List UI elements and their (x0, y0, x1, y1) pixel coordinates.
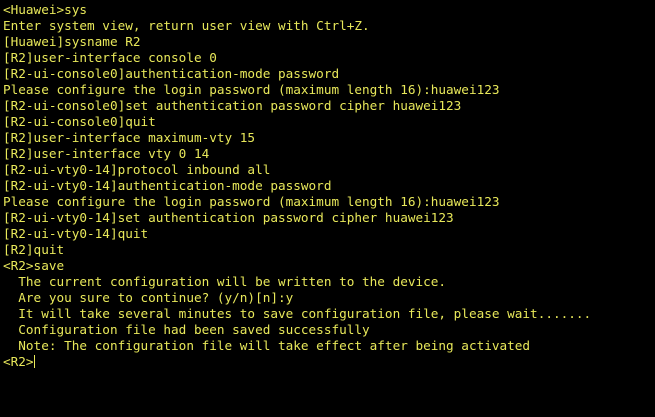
text-cursor (33, 355, 35, 368)
terminal-line: [R2]quit (3, 242, 65, 257)
terminal-window[interactable]: <Huawei>sys Enter system view, return us… (0, 0, 655, 417)
command-prompt: <R2> (3, 354, 34, 369)
terminal-line: [R2-ui-console0]set authentication passw… (3, 98, 462, 113)
terminal-line: <R2>save (3, 258, 65, 273)
terminal-line: [R2]user-interface maximum-vty 15 (3, 130, 256, 145)
terminal-line: [R2-ui-vty0-14]quit (3, 226, 149, 241)
terminal-line: Enter system view, return user view with… (3, 18, 370, 33)
terminal-line: [R2-ui-vty0-14]authentication-mode passw… (3, 178, 332, 193)
terminal-line: [R2-ui-vty0-14]set authentication passwo… (3, 210, 454, 225)
terminal-line: [R2]user-interface console 0 (3, 50, 217, 65)
terminal-line: Please configure the login password (max… (3, 194, 500, 209)
terminal-line: Note: The configuration file will take e… (3, 338, 531, 353)
terminal-line: <Huawei>sys (3, 2, 88, 17)
terminal-line: Configuration file had been saved succes… (3, 322, 370, 337)
terminal-line: Please configure the login password (max… (3, 82, 500, 97)
terminal-line: [R2-ui-console0]quit (3, 114, 156, 129)
terminal-line: The current configuration will be writte… (3, 274, 447, 289)
terminal-line: Are you sure to continue? (y/n)[n]:y (3, 290, 294, 305)
terminal-line: [R2]user-interface vty 0 14 (3, 146, 210, 161)
terminal-line: [R2-ui-vty0-14]protocol inbound all (3, 162, 271, 177)
terminal-line: [Huawei]sysname R2 (3, 34, 141, 49)
terminal-line: [R2-ui-console0]authentication-mode pass… (3, 66, 340, 81)
command-input-line[interactable]: <R2> (3, 354, 655, 370)
terminal-line: It will take several minutes to save con… (3, 306, 592, 321)
